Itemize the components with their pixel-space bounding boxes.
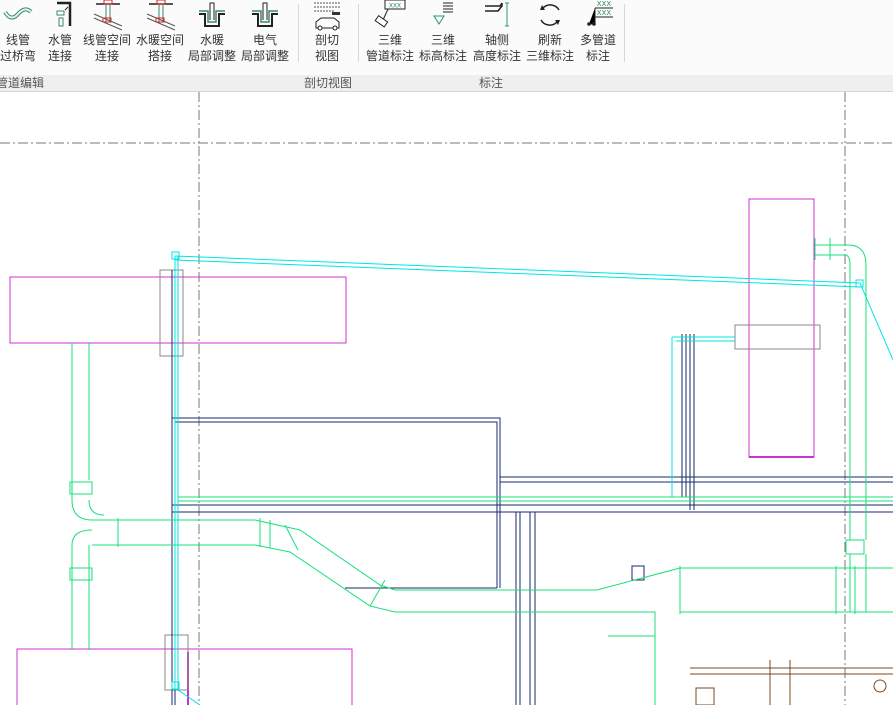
cad-drawing-canvas[interactable] [0,92,893,705]
hvac-local-adjust-icon [199,2,225,27]
brown-fittings [690,660,893,705]
ribbon-group-bar: 管道编辑 剖切视图 标注 [0,75,893,92]
elevation-annotation-icon [433,2,453,25]
electric-local-adjust-icon [252,2,278,27]
cad-drawing [0,92,893,705]
separator [624,4,625,62]
water-pipe-connect-icon [56,1,72,27]
group-label-annotation: 标注 [479,76,504,90]
conduit-bridge-icon [3,7,33,20]
green-pipes [69,238,893,705]
multi-pipe-annotation-icon: XXXXXX [587,0,613,26]
svg-text:XXX: XXX [389,3,401,10]
section-view-button[interactable]: 剖切 视图 [299,0,355,72]
section-view-icon [314,2,340,31]
svg-text:XXX: XXX [597,0,612,8]
hvac-space-join-icon [146,0,176,31]
navy-pipes [171,270,893,705]
grid-axis-lines [0,92,893,705]
conduit-space-connect-icon [93,0,123,31]
grey-sleeves [159,269,821,691]
refresh-icon [540,4,560,26]
multi-pipe-annotation-button[interactable]: XXX XXX 多管道 标注 [570,0,626,72]
cyan-pipes [171,251,893,705]
height-annotation-icon [485,2,509,27]
group-label-section-view: 剖切视图 [304,76,353,90]
svg-text:XXX: XXX [597,9,612,17]
magenta-equipment [9,198,815,705]
ribbon-toolbar: 线管 过桥弯 水管 连接 线管空间 连接 水暖空间 搭接 水暖 局部调整 电气 … [0,0,893,75]
electric-local-adjust-button[interactable]: 电气 局部调整 [237,0,293,72]
group-label-pipe-edit: 管道编辑 [0,76,45,90]
pipe-annotation-icon: XXX [374,0,406,28]
